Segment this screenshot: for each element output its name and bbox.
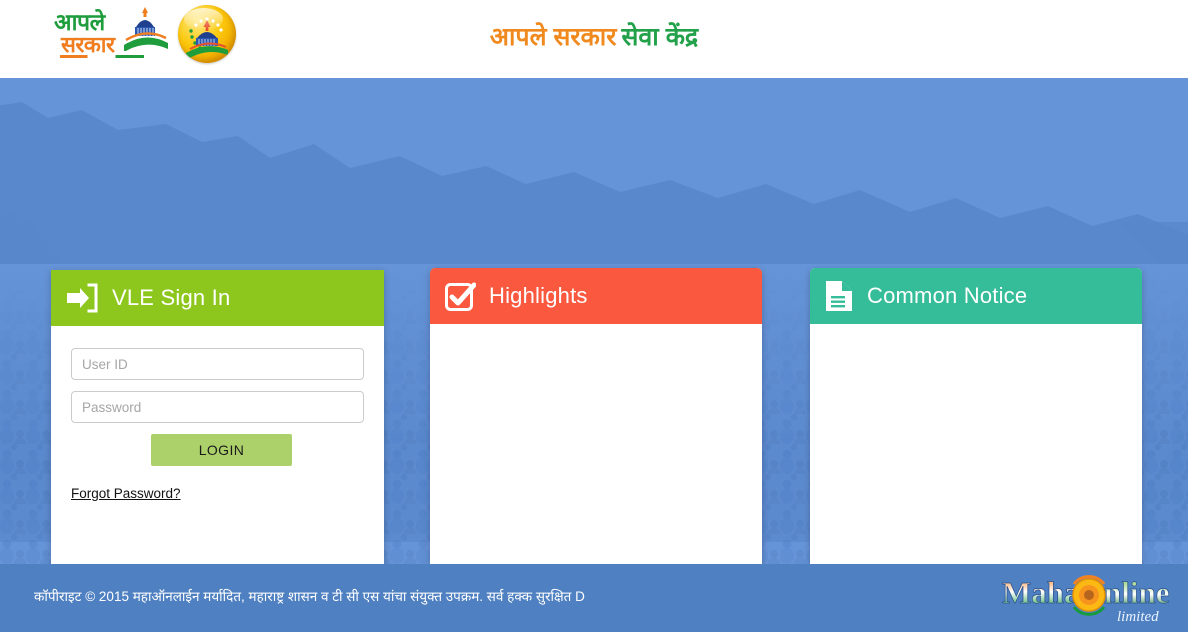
page-title-secondary: सेवा केंद्र <box>621 23 699 51</box>
login-page: आपले सरकार आपले सरकार सेवा केंद्र VLE Si… <box>0 0 1188 632</box>
login-button[interactable]: LOGIN <box>151 434 292 466</box>
checkbox-check-icon <box>445 282 476 311</box>
sign-in-icon <box>67 283 98 313</box>
main-body: VLE Sign In LOGIN Forgot Password? Highl… <box>0 78 1188 564</box>
signin-form: LOGIN Forgot Password? <box>51 326 384 503</box>
site-footer: कॉपीराइट © 2015 महाऑनलाईन मर्यादित, महार… <box>0 564 1188 632</box>
logo-text-limited: limited <box>1117 609 1159 625</box>
vle-signin-header: VLE Sign In <box>51 270 384 326</box>
common-notice-panel: Common Notice <box>810 268 1142 564</box>
site-header: आपले सरकार आपले सरकार सेवा केंद्र <box>0 0 1188 78</box>
common-notice-body <box>810 324 1142 564</box>
logo-tricolor-rule <box>60 55 144 58</box>
password-input[interactable] <box>71 391 364 423</box>
highlights-header: Highlights <box>430 268 762 324</box>
highlights-title: Highlights <box>489 283 588 308</box>
page-title: आपले सरकार सेवा केंद्र <box>0 20 1188 54</box>
page-title-primary: आपले सरकार <box>489 23 617 51</box>
logo-text-maha: Maha <box>1002 575 1080 610</box>
common-notice-header: Common Notice <box>810 268 1142 324</box>
forgot-password-link[interactable]: Forgot Password? <box>71 486 181 501</box>
vle-signin-body: LOGIN Forgot Password? <box>51 326 384 564</box>
copyright-text: कॉपीराइट © 2015 महाऑनलाईन मर्यादित, महार… <box>34 589 585 604</box>
vle-signin-panel: VLE Sign In LOGIN Forgot Password? <box>51 270 384 564</box>
document-icon <box>826 281 852 311</box>
mahaonline-logo-icon[interactable]: Maha nline limited <box>996 568 1178 628</box>
userid-input[interactable] <box>71 348 364 380</box>
logo-text-nline: nline <box>1104 575 1169 610</box>
highlights-panel: Highlights <box>430 268 762 564</box>
highlights-body <box>430 324 762 564</box>
vle-signin-title: VLE Sign In <box>112 285 231 310</box>
common-notice-title: Common Notice <box>867 283 1028 308</box>
